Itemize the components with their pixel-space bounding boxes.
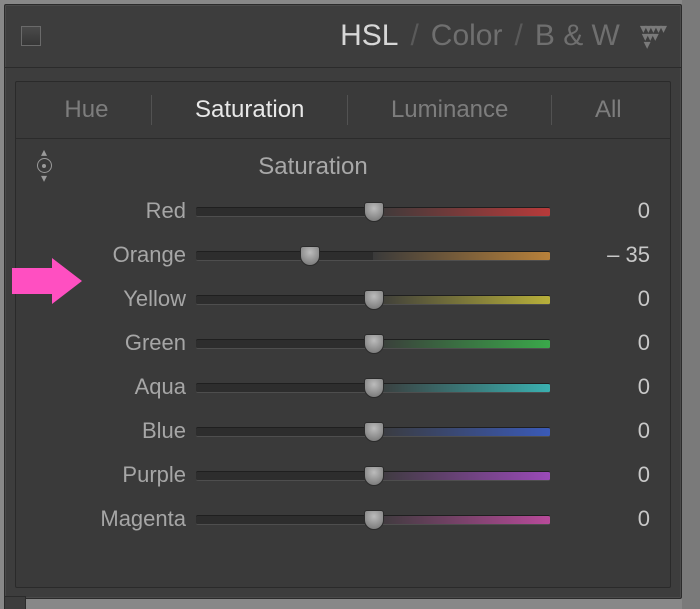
- header-tab-bw[interactable]: B & W: [525, 19, 630, 53]
- tab-all[interactable]: All: [581, 96, 636, 124]
- tab-saturation[interactable]: Saturation: [181, 96, 318, 124]
- slider-orange[interactable]: [196, 248, 550, 262]
- slider-row-green: Green 0: [36, 321, 650, 365]
- slider-row-purple: Purple 0: [36, 453, 650, 497]
- slider-purple[interactable]: [196, 468, 550, 482]
- tab-luminance[interactable]: Luminance: [377, 96, 522, 124]
- slider-knob-icon[interactable]: [364, 334, 384, 354]
- slider-label: Blue: [36, 418, 196, 444]
- tab-hue[interactable]: Hue: [50, 96, 122, 124]
- slider-label: Green: [36, 330, 196, 356]
- slider-knob-icon[interactable]: [364, 510, 384, 530]
- slider-aqua[interactable]: [196, 380, 550, 394]
- slider-knob-icon[interactable]: [300, 246, 320, 266]
- slider-red[interactable]: [196, 204, 550, 218]
- slider-label: Orange: [36, 242, 196, 268]
- slider-value[interactable]: 0: [550, 374, 650, 400]
- slider-label: Red: [36, 198, 196, 224]
- divider-icon: [551, 95, 552, 125]
- slider-knob-icon[interactable]: [364, 378, 384, 398]
- divider-icon: [347, 95, 348, 125]
- panel-body: Hue Saturation Luminance All Saturation …: [15, 81, 671, 588]
- slider-label: Magenta: [36, 506, 196, 532]
- slider-magenta[interactable]: [196, 512, 550, 526]
- slider-row-magenta: Magenta 0: [36, 497, 650, 541]
- slider-value[interactable]: 0: [550, 506, 650, 532]
- divider-icon: [151, 95, 152, 125]
- slider-label: Yellow: [36, 286, 196, 312]
- slider-label: Purple: [36, 462, 196, 488]
- slider-row-aqua: Aqua 0: [36, 365, 650, 409]
- panel-toggle-icon[interactable]: [21, 26, 41, 46]
- subtabs: Hue Saturation Luminance All: [16, 82, 670, 139]
- header-tab-color[interactable]: Color: [421, 19, 513, 53]
- slider-value[interactable]: 0: [550, 462, 650, 488]
- slider-knob-icon[interactable]: [364, 466, 384, 486]
- slider-row-orange: Orange – 35: [36, 233, 650, 277]
- slider-label: Aqua: [36, 374, 196, 400]
- slider-row-blue: Blue 0: [36, 409, 650, 453]
- slider-row-yellow: Yellow 0: [36, 277, 650, 321]
- header-tab-hsl[interactable]: HSL: [330, 19, 408, 53]
- panel-header: HSL / Color / B & W ▾▾▾▾▾ ▾▾▾ ▾: [5, 5, 681, 68]
- panel-toggle-icon[interactable]: [4, 596, 26, 609]
- hsl-panel: HSL / Color / B & W ▾▾▾▾▾ ▾▾▾ ▾ Hue Satu…: [4, 4, 682, 599]
- slider-value[interactable]: 0: [550, 418, 650, 444]
- divider-icon: /: [408, 19, 420, 53]
- slider-value[interactable]: – 35: [550, 242, 650, 268]
- slider-blue[interactable]: [196, 424, 550, 438]
- targeted-adjustment-tool[interactable]: [34, 147, 54, 184]
- slider-value[interactable]: 0: [550, 198, 650, 224]
- slider-value[interactable]: 0: [550, 330, 650, 356]
- section-title: Saturation: [76, 153, 550, 181]
- panel-menu-icon[interactable]: ▾▾▾▾▾ ▾▾▾ ▾: [640, 24, 665, 48]
- slider-knob-icon[interactable]: [364, 290, 384, 310]
- saturation-section: Saturation Red0Orange– 35Yellow0Green0Aq…: [16, 139, 670, 541]
- divider-icon: /: [513, 19, 525, 53]
- slider-row-red: Red 0: [36, 189, 650, 233]
- slider-value[interactable]: 0: [550, 286, 650, 312]
- slider-knob-icon[interactable]: [364, 422, 384, 442]
- slider-green[interactable]: [196, 336, 550, 350]
- panel-gutter: [682, 0, 700, 609]
- slider-yellow[interactable]: [196, 292, 550, 306]
- slider-knob-icon[interactable]: [364, 202, 384, 222]
